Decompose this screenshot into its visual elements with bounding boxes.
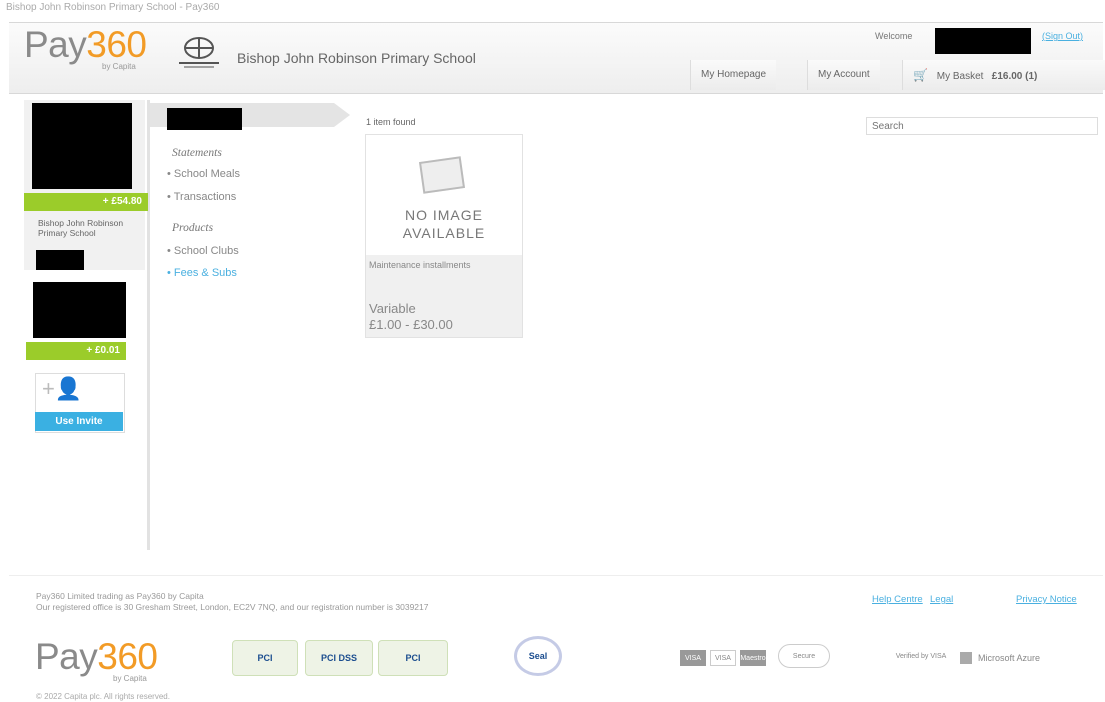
pci-badge-icon: PCI	[232, 640, 298, 676]
menu-item-school-clubs[interactable]: • School Clubs	[167, 245, 239, 257]
menu-item-label: School Clubs	[173, 245, 239, 257]
microsoft-azure-icon: Microsoft Azure	[960, 650, 1100, 666]
footer-registration-line: Our registered office is 30 Gresham Stre…	[36, 602, 429, 612]
redacted-account-name-1	[36, 250, 84, 270]
menu-item-label: Transactions	[173, 191, 237, 203]
menu-item-label: School Meals	[173, 168, 240, 180]
verified-by-visa-icon: Verified by VISA	[895, 652, 947, 660]
sidebar-divider	[147, 100, 150, 550]
products-heading: Products	[172, 222, 214, 234]
nav-my-basket[interactable]: 🛒 My Basket £16.00 (1)	[902, 60, 1105, 90]
welcome-text: Welcome	[875, 31, 913, 41]
no-image-icon	[418, 156, 466, 194]
statements-heading: Statements	[172, 147, 222, 159]
account-balance-2[interactable]: + £0.01	[26, 342, 126, 360]
footer-logo-pay-text: Pay	[35, 636, 98, 677]
menu-item-school-meals[interactable]: • School Meals	[167, 168, 240, 180]
product-card[interactable]: NO IMAGE AVAILABLE Maintenance installme…	[365, 134, 523, 338]
redacted-account-photo-2	[33, 282, 126, 338]
visa-card-icon: VISA	[680, 650, 706, 666]
pci-compliance-badge-icon: PCI	[378, 640, 448, 676]
footer-link-help-centre[interactable]: Help Centre	[872, 594, 923, 605]
basket-label: My Basket	[936, 71, 984, 82]
logo-subtitle: by Capita	[102, 62, 136, 71]
product-price-range: £1.00 - £30.00	[369, 317, 453, 332]
menu-item-fees-subs[interactable]: • Fees & Subs	[167, 267, 237, 279]
product-price-type: Variable	[369, 301, 416, 316]
add-user-icon: +👤	[42, 376, 83, 401]
pay360-logo[interactable]: Pay360 by Capita	[24, 24, 147, 71]
nav-my-account[interactable]: My Account	[807, 60, 880, 90]
use-invite-button[interactable]: Use Invite	[35, 412, 123, 431]
redacted-menu-title	[167, 108, 242, 130]
product-image-placeholder: NO IMAGE AVAILABLE	[366, 135, 522, 255]
security-seal-icon: Seal	[514, 636, 562, 676]
basket-icon: 🛒	[913, 68, 928, 82]
footer-logo-360-text: 360	[97, 636, 158, 677]
microsoft-azure-label: Microsoft Azure	[978, 653, 1041, 663]
footer-company-line: Pay360 Limited trading as Pay360 by Capi…	[36, 591, 204, 601]
sign-out-link[interactable]: (Sign Out)	[1042, 31, 1083, 41]
logo-360-text: 360	[86, 24, 147, 65]
no-image-text-1: NO IMAGE	[404, 207, 483, 223]
footer-link-legal[interactable]: Legal	[930, 594, 953, 605]
pci-dss-badge-icon: PCI DSS	[305, 640, 373, 676]
items-found-count: 1 item found	[366, 117, 416, 127]
browser-title-text: Bishop John Robinson Primary School - Pa…	[6, 2, 220, 13]
nav-my-homepage[interactable]: My Homepage	[690, 60, 777, 90]
redacted-account-photo-1	[32, 103, 132, 189]
maestro-icon: Maestro	[740, 650, 766, 666]
account-school-name: Bishop John Robinson Primary School	[38, 218, 124, 238]
menu-item-label: Fees & Subs	[173, 267, 237, 279]
no-image-text-2: AVAILABLE	[402, 225, 486, 241]
footer-pay360-logo: Pay360 by Capita	[35, 636, 158, 683]
basket-total: £16.00 (1)	[991, 71, 1038, 82]
school-name: Bishop John Robinson Primary School	[237, 50, 476, 66]
secure-check-icon: Secure	[778, 644, 830, 668]
redacted-username	[935, 28, 1031, 54]
visa-electron-icon: VISA	[710, 650, 736, 666]
product-title: Maintenance installments	[369, 260, 471, 270]
menu-item-transactions[interactable]: • Transactions	[167, 191, 236, 203]
search-input[interactable]	[866, 117, 1098, 135]
school-crest-icon	[179, 37, 219, 68]
footer-divider	[9, 575, 1103, 576]
logo-pay-text: Pay	[24, 24, 87, 65]
account-balance-1[interactable]: + £54.80	[24, 193, 148, 211]
copyright-text: © 2022 Capita plc. All rights reserved.	[36, 692, 170, 701]
footer-link-privacy-notice[interactable]: Privacy Notice	[1016, 594, 1077, 605]
footer-logo-subtitle: by Capita	[113, 674, 147, 683]
